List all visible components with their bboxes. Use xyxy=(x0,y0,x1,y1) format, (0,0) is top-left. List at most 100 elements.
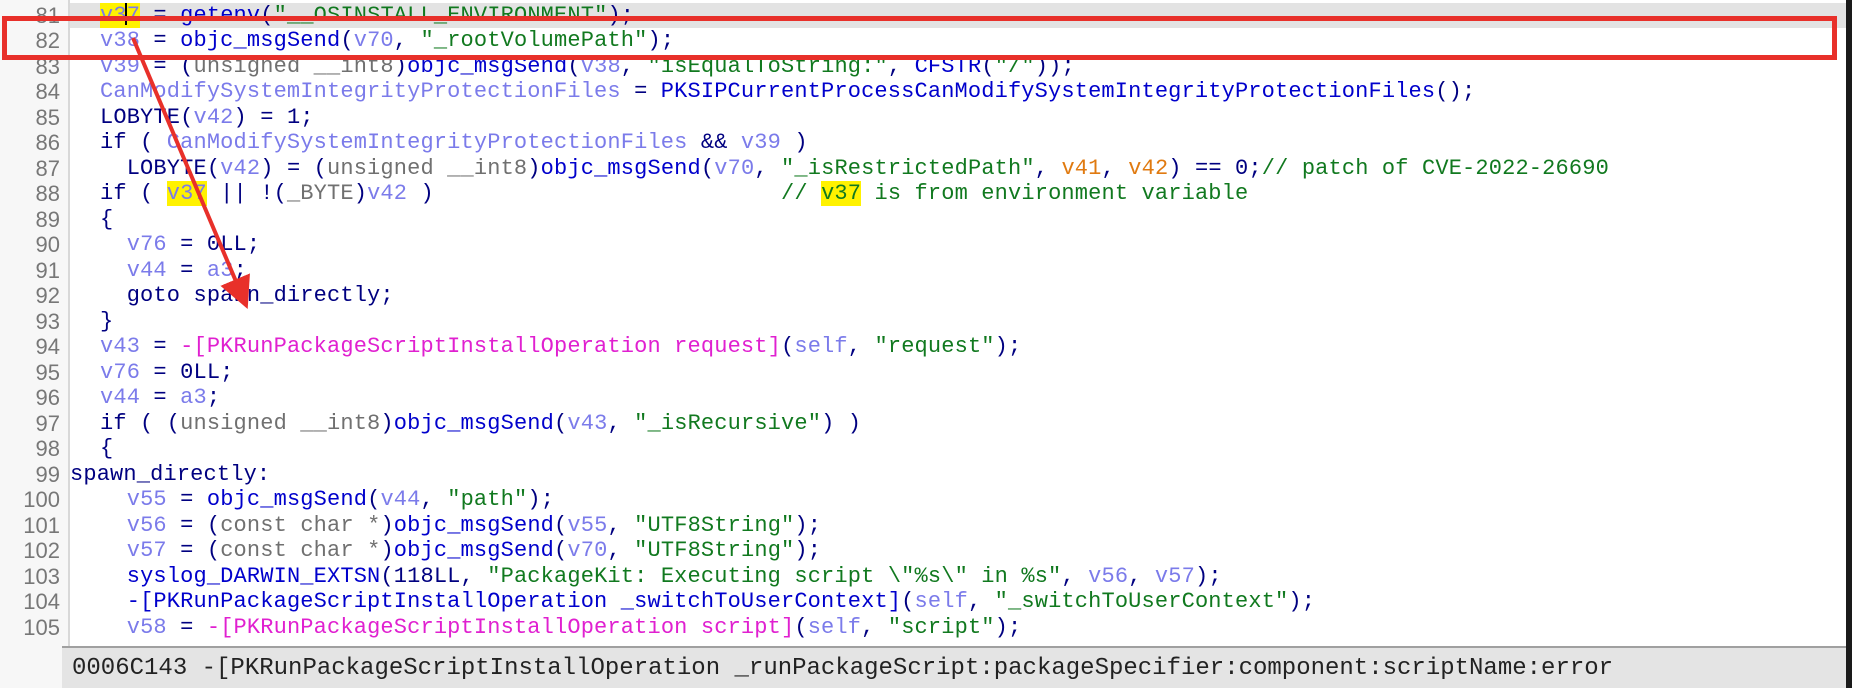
code-token[interactable]: self xyxy=(794,334,847,359)
code-token[interactable]: unsigned __int8 xyxy=(180,411,380,436)
code-text[interactable]: CanModifySystemIntegrityProtectionFiles … xyxy=(100,79,1475,105)
code-token[interactable]: // patch of CVE-2022-26690 xyxy=(1262,156,1609,181)
code-text[interactable]: LOBYTE(v42) = 1; xyxy=(100,105,314,131)
code-token[interactable]: v57 xyxy=(1155,564,1195,589)
code-token[interactable]: objc_msgSend xyxy=(394,513,554,538)
code-token[interactable]: = xyxy=(167,615,207,640)
code-token[interactable] xyxy=(100,513,127,538)
code-token[interactable]: = 0LL; xyxy=(167,232,260,257)
code-text[interactable]: v76 = 0LL; xyxy=(100,232,260,258)
code-text[interactable]: spawn_directly: xyxy=(70,462,270,488)
code-text[interactable]: v55 = objc_msgSend(v44, "path"); xyxy=(100,487,554,513)
code-text[interactable]: if ( v37 || !(_BYTE)v42 ) // v37 is from… xyxy=(100,181,1248,207)
code-text[interactable]: if ( (unsigned __int8)objc_msgSend(v43, … xyxy=(100,411,861,437)
code-token[interactable]: , xyxy=(754,156,781,181)
code-token[interactable]: v42 xyxy=(220,156,260,181)
code-token[interactable]: v44 xyxy=(100,385,140,410)
code-token[interactable]: if ( ( xyxy=(100,411,180,436)
code-token[interactable]: if ( xyxy=(100,181,167,206)
code-token[interactable]: v42 xyxy=(1128,156,1168,181)
code-text[interactable]: v38 = objc_msgSend(v70, "_rootVolumePath… xyxy=(100,28,674,54)
code-token[interactable]: , xyxy=(621,54,648,79)
code-token[interactable]: v70 xyxy=(714,156,754,181)
code-token[interactable]: v76 xyxy=(127,232,167,257)
code-token[interactable]: v44 xyxy=(380,487,420,512)
code-token[interactable]: ( xyxy=(901,589,914,614)
code-token[interactable]: ( xyxy=(567,54,580,79)
code-token[interactable]: { xyxy=(100,207,113,232)
code-token[interactable] xyxy=(100,232,127,257)
code-line[interactable]: 92 goto spawn_directly; xyxy=(0,283,1846,309)
code-line[interactable]: 83 v39 = (unsigned __int8)objc_msgSend(v3… xyxy=(0,54,1846,80)
code-line[interactable]: 81 v37 = getenv("__OSINSTALL_ENVIRONMENT"… xyxy=(36,2,1846,29)
code-token[interactable]: CanModifySystemIntegrityProtectionFiles xyxy=(100,79,621,104)
code-line[interactable]: 87 LOBYTE(v42) = (unsigned __int8)objc_m… xyxy=(0,156,1846,182)
pseudocode-editor[interactable]: 80v77 = -1;81v37 = getenv("__OSINSTALL_E… xyxy=(0,0,1846,688)
code-token[interactable]: v41 xyxy=(1061,156,1101,181)
code-token[interactable]: = ( xyxy=(140,54,193,79)
code-token[interactable]: ( xyxy=(701,156,714,181)
code-token[interactable]: objc_msgSend xyxy=(180,28,340,53)
code-token[interactable]: ( xyxy=(981,54,994,79)
code-token[interactable]: v55 xyxy=(127,487,167,512)
code-token[interactable]: "script" xyxy=(888,615,995,640)
code-token[interactable]: // xyxy=(781,181,821,206)
code-token[interactable]: spawn_directly: xyxy=(70,462,270,487)
code-text[interactable]: { xyxy=(100,207,113,233)
code-token[interactable]: (118LL, xyxy=(380,564,487,589)
code-token[interactable]: v42 xyxy=(367,181,407,206)
code-token[interactable]: ) xyxy=(781,130,808,155)
code-token[interactable]: ( xyxy=(554,538,567,563)
code-token[interactable]: = xyxy=(140,385,180,410)
code-token[interactable]: = ( xyxy=(167,513,220,538)
code-token[interactable]: , xyxy=(1061,564,1088,589)
code-token[interactable]: a3 xyxy=(207,258,234,283)
code-line[interactable]: 96 v44 = a3; xyxy=(0,385,1846,411)
code-token[interactable]: ) == 0; xyxy=(1168,156,1261,181)
code-line[interactable]: 102 v57 = (const char *)objc_msgSend(v70… xyxy=(0,538,1846,564)
code-text[interactable]: v56 = (const char *)objc_msgSend(v55, "U… xyxy=(100,513,821,539)
code-token[interactable]: , xyxy=(1128,564,1155,589)
code-text[interactable]: v44 = a3; xyxy=(100,385,220,411)
code-token[interactable]: objc_msgSend xyxy=(541,156,701,181)
code-token[interactable]: v70 xyxy=(567,538,607,563)
code-token[interactable]: ) xyxy=(354,181,367,206)
code-token[interactable]: const char * xyxy=(220,538,380,563)
code-token[interactable] xyxy=(100,564,127,589)
code-text[interactable]: -[PKRunPackageScriptInstallOperation _sw… xyxy=(100,589,1315,615)
code-token[interactable]: = ( xyxy=(167,538,220,563)
code-token[interactable]: -[PKRunPackageScriptInstallOperation scr… xyxy=(207,615,795,640)
code-token[interactable]: , xyxy=(861,615,888,640)
code-text[interactable]: { xyxy=(100,436,113,462)
code-token[interactable]: unsigned __int8 xyxy=(193,54,393,79)
highlighted-token[interactable]: v37 xyxy=(821,181,862,206)
code-token[interactable]: ) xyxy=(527,156,540,181)
code-token[interactable]: = 0LL; xyxy=(140,360,233,385)
code-token[interactable]: "_switchToUserContext" xyxy=(995,589,1289,614)
code-token[interactable]: v56 xyxy=(1088,564,1128,589)
code-line[interactable]: 103 syslog_DARWIN_EXTSN(118LL, "PackageK… xyxy=(0,564,1846,590)
code-token[interactable]: if ( xyxy=(100,130,167,155)
code-line[interactable]: 99 spawn_directly: xyxy=(0,462,1846,488)
code-line[interactable]: 104 -[PKRunPackageScriptInstallOperation… xyxy=(0,589,1846,615)
code-text[interactable]: v37 = getenv("__OSINSTALL_ENVIRONMENT"); xyxy=(100,2,634,29)
code-token[interactable]: v57 xyxy=(127,538,167,563)
code-token[interactable]: "isEqualToString:" xyxy=(648,54,888,79)
code-text[interactable]: v44 = a3; xyxy=(100,258,247,284)
code-token[interactable]: ); xyxy=(794,513,821,538)
code-token[interactable]: getenv xyxy=(180,3,260,28)
code-line[interactable]: 88 if ( v37 || !(_BYTE)v42 ) // v37 is fr… xyxy=(0,181,1846,207)
code-token[interactable]: v39 xyxy=(741,130,781,155)
code-token[interactable]: "_isRecursive" xyxy=(634,411,821,436)
code-line[interactable]: 97 if ( (unsigned __int8)objc_msgSend(v43… xyxy=(0,411,1846,437)
code-token[interactable]: , xyxy=(394,28,421,53)
code-token[interactable] xyxy=(100,615,127,640)
code-line[interactable]: 95 v76 = 0LL; xyxy=(0,360,1846,386)
code-token[interactable]: "_rootVolumePath" xyxy=(421,28,648,53)
code-token[interactable]: LOBYTE( xyxy=(100,105,193,130)
code-line[interactable]: 98 { xyxy=(0,436,1846,462)
code-token[interactable] xyxy=(100,589,127,614)
code-token[interactable]: , xyxy=(607,513,634,538)
code-token[interactable]: goto spawn_directly; xyxy=(100,283,394,308)
code-text[interactable]: goto spawn_directly; xyxy=(100,283,394,309)
